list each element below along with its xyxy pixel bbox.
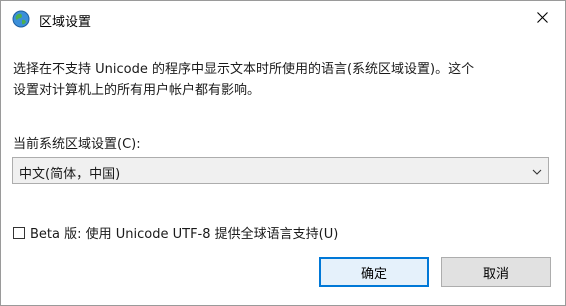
description-text: 选择在不支持 Unicode 的程序中显示文本时所使用的语言(系统区域设置)。这… bbox=[13, 62, 475, 98]
close-button[interactable] bbox=[519, 1, 565, 37]
globe-icon bbox=[12, 10, 30, 28]
chevron-down-icon bbox=[532, 166, 542, 176]
title-bar[interactable]: 区域设置 bbox=[1, 1, 565, 37]
cancel-button[interactable]: 取消 bbox=[441, 257, 551, 287]
beta-utf8-checkbox[interactable] bbox=[13, 226, 25, 239]
beta-utf8-label: Beta 版: 使用 Unicode UTF-8 提供全球语言支持(U) bbox=[30, 227, 339, 242]
close-icon bbox=[536, 11, 548, 27]
locale-select[interactable]: 中文(简体，中国) bbox=[12, 157, 549, 184]
locale-label: 当前系统区域设置(C): bbox=[13, 137, 141, 152]
locale-select-value: 中文(简体，中国) bbox=[19, 167, 121, 182]
region-settings-dialog: 区域设置 选择在不支持 Unicode 的程序中显示文本时所使用的语言(系统区域… bbox=[0, 0, 566, 306]
ok-button[interactable]: 确定 bbox=[319, 257, 429, 287]
dialog-title: 区域设置 bbox=[39, 15, 92, 30]
beta-utf8-option[interactable]: Beta 版: 使用 Unicode UTF-8 提供全球语言支持(U) bbox=[13, 223, 338, 242]
dialog-body: 选择在不支持 Unicode 的程序中显示文本时所使用的语言(系统区域设置)。这… bbox=[1, 37, 565, 305]
